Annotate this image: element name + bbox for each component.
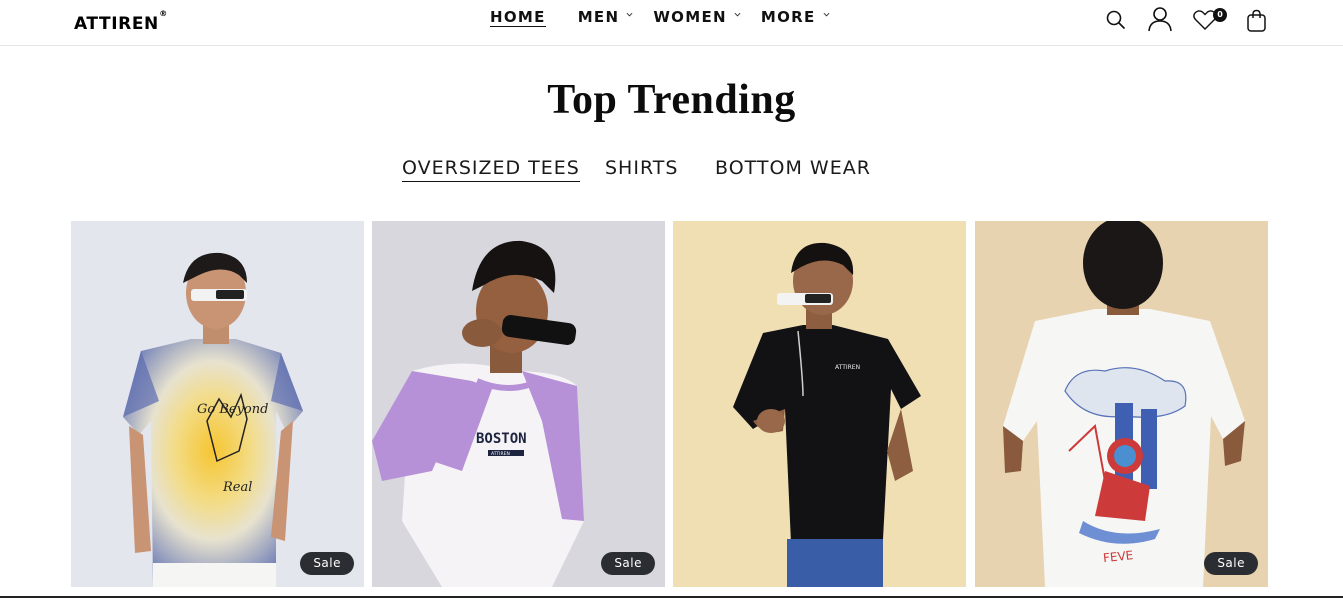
section-title: Top Trending — [547, 77, 796, 123]
product-card[interactable]: BOSTON ATTIREN Sale — [372, 221, 665, 587]
nav-men[interactable]: MEN — [578, 8, 634, 26]
nav-more[interactable]: MORE — [761, 8, 830, 26]
svg-text:BOSTON: BOSTON — [476, 431, 527, 447]
product-card[interactable]: ATTIREN — [673, 221, 966, 587]
search-button[interactable] — [1103, 0, 1131, 30]
cart-button[interactable] — [1244, 0, 1272, 32]
cart-icon — [1247, 9, 1266, 32]
tab-bottom-wear[interactable]: BOTTOM WEAR — [715, 156, 871, 180]
registered-mark: ® — [159, 9, 168, 18]
nav-men-label: MEN — [577, 8, 620, 26]
product-image: Go Beyond Real — [71, 221, 364, 587]
product-card[interactable]: FEVE Sale — [975, 221, 1268, 587]
site-header: ATTIREN ® HOME MEN WOMEN MORE 0 — [0, 0, 1343, 46]
chevron-down-icon — [626, 12, 633, 16]
search-icon — [1106, 10, 1125, 29]
product-card[interactable]: Go Beyond Real Sale — [71, 221, 364, 587]
sale-badge: Sale — [300, 552, 354, 575]
tab-oversized-tees[interactable]: OVERSIZED TEES — [402, 156, 580, 182]
account-button[interactable] — [1146, 0, 1174, 32]
nav-home-label: HOME — [490, 7, 546, 27]
sale-badge: Sale — [1204, 552, 1258, 575]
category-tabs: OVERSIZED TEES SHIRTS BOTTOM WEAR — [0, 156, 1343, 186]
brand-logo[interactable]: ATTIREN ® — [74, 9, 167, 34]
product-image: BOSTON ATTIREN — [372, 221, 665, 587]
product-image: ATTIREN — [673, 221, 966, 587]
nav-women-label: WOMEN — [653, 8, 727, 26]
svg-text:ATTIREN: ATTIREN — [491, 451, 510, 457]
account-icon — [1148, 7, 1172, 32]
sale-badge: Sale — [601, 552, 655, 575]
tab-shirts[interactable]: SHIRTS — [605, 156, 678, 180]
svg-text:Real: Real — [222, 480, 252, 495]
product-image: FEVE — [975, 221, 1268, 587]
main-nav: HOME MEN WOMEN MORE — [490, 7, 830, 27]
chevron-down-icon — [823, 12, 830, 16]
nav-more-label: MORE — [760, 8, 816, 26]
svg-text:Go Beyond: Go Beyond — [197, 402, 268, 417]
svg-text:ATTIREN: ATTIREN — [835, 364, 860, 371]
nav-women[interactable]: WOMEN — [653, 8, 741, 26]
brand-name: ATTIREN — [74, 14, 159, 34]
wishlist-count-badge: 0 — [1213, 8, 1227, 22]
nav-home[interactable]: HOME — [490, 7, 546, 27]
chevron-down-icon — [734, 12, 741, 16]
